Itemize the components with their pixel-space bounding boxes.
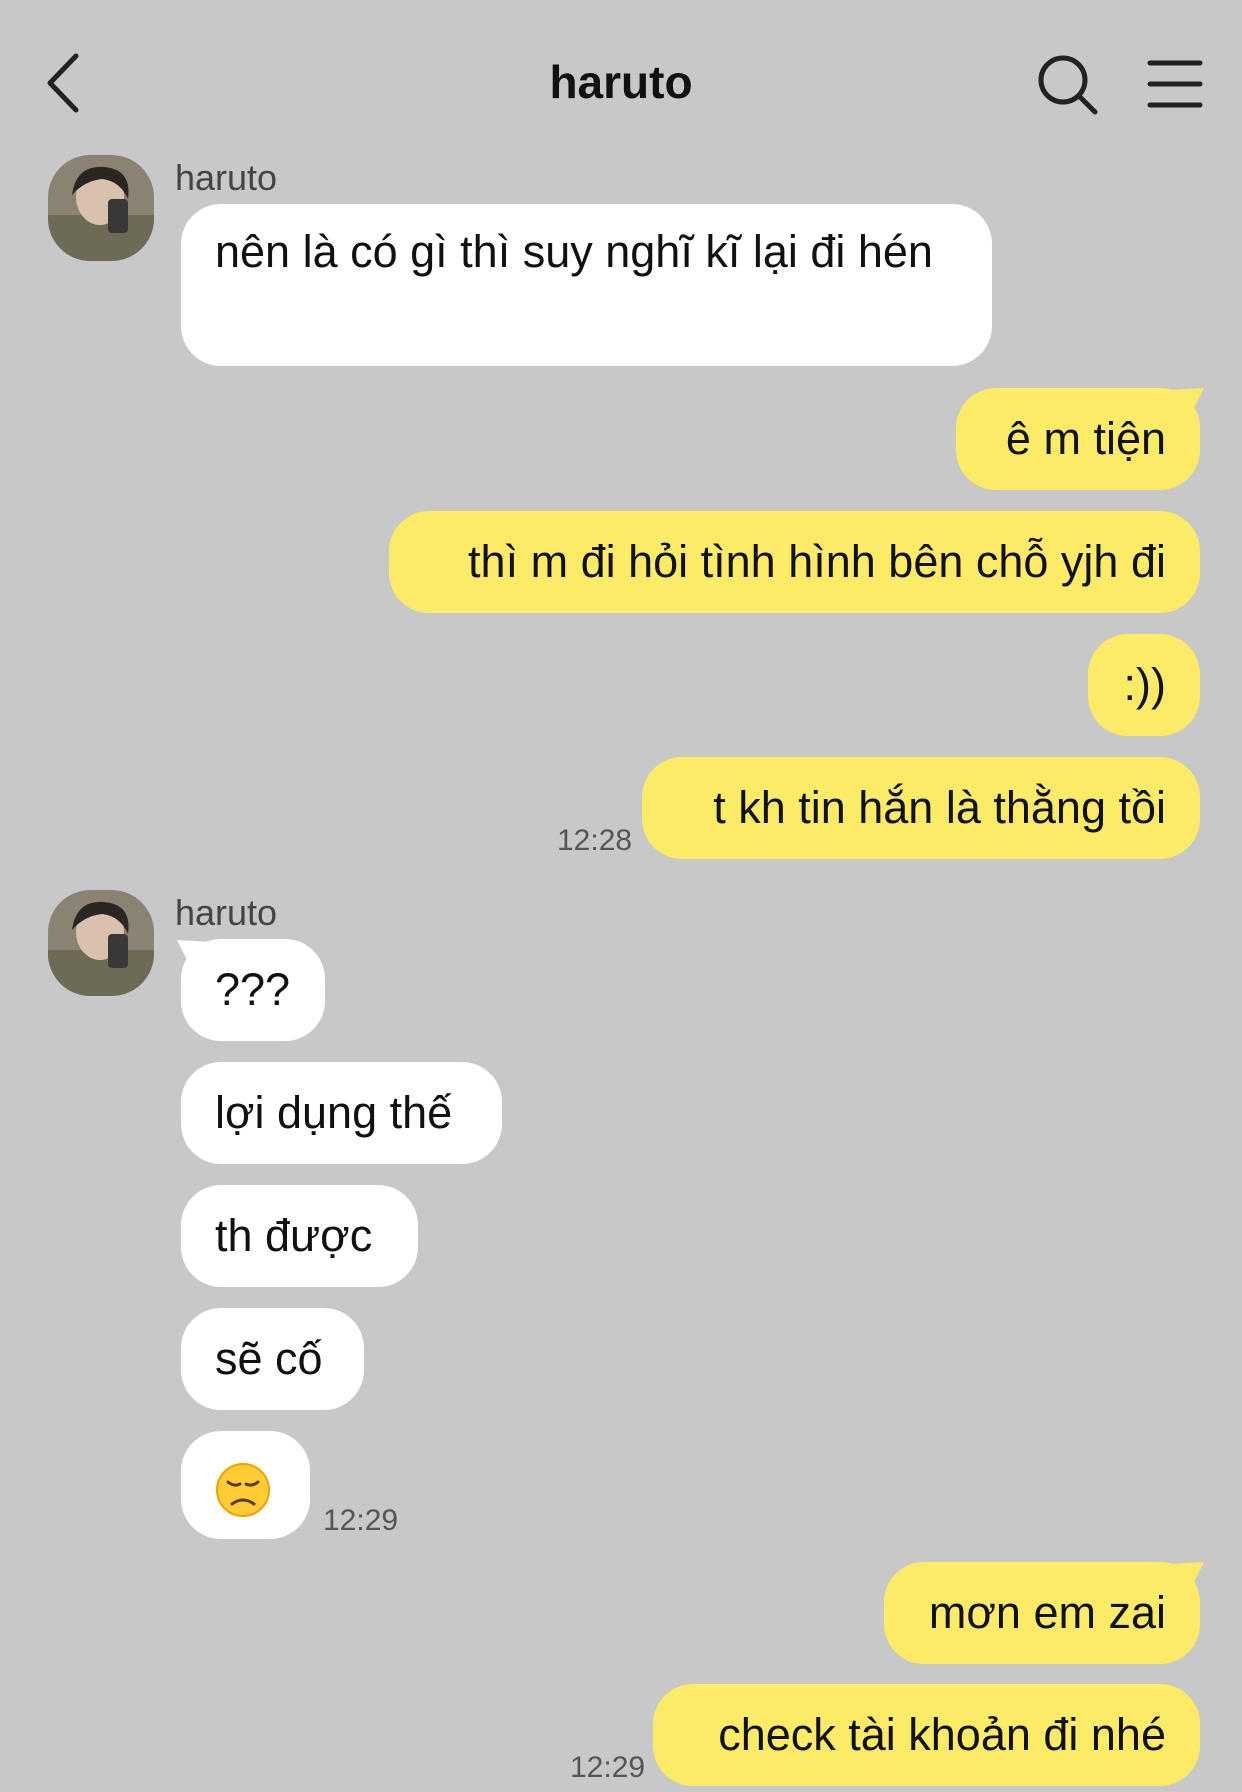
search-icon: [1038, 55, 1098, 115]
message-text: check tài khoản đi nhé: [718, 1709, 1166, 1760]
bubble-tail: [1170, 1562, 1204, 1590]
message-text: t kh tin hắn là thằng tồi: [713, 782, 1166, 833]
message-text: nên là có gì thì suy nghĩ kĩ lại đi hén: [215, 226, 933, 277]
message-bubble[interactable]: [181, 1431, 310, 1539]
bubble-tail: [1170, 388, 1204, 416]
profile-photo-icon: [48, 155, 154, 261]
message-bubble[interactable]: th được: [181, 1185, 418, 1287]
message-time: 12:29: [323, 1504, 399, 1537]
message-bubble[interactable]: lợi dụng thế: [181, 1062, 502, 1164]
message-text: mơn em zai: [928, 1587, 1166, 1638]
message-bubble[interactable]: nên là có gì thì suy nghĩ kĩ lại đi hén: [181, 204, 992, 366]
message-text: th được: [215, 1210, 373, 1261]
menu-button[interactable]: [1146, 57, 1204, 111]
message-bubble[interactable]: check tài khoản đi nhé: [653, 1684, 1200, 1786]
message-time: 12:29: [570, 1751, 646, 1784]
message-bubble[interactable]: t kh tin hắn là thằng tồi: [642, 757, 1200, 859]
sender-name: haruto: [175, 892, 278, 933]
disappointed-face-icon: [216, 1463, 270, 1517]
message-bubble[interactable]: mơn em zai: [884, 1562, 1200, 1664]
chat-header: haruto: [0, 0, 1242, 160]
sender-name: haruto: [175, 157, 278, 198]
message-text: sẽ cố: [215, 1333, 323, 1384]
profile-photo-icon: [48, 890, 154, 996]
search-button[interactable]: [1035, 52, 1101, 118]
message-bubble[interactable]: sẽ cố: [181, 1308, 364, 1410]
avatar[interactable]: [48, 155, 154, 261]
message-bubble[interactable]: thì m đi hỏi tình hình bên chỗ yjh đi: [389, 511, 1200, 613]
avatar[interactable]: [48, 890, 154, 996]
message-bubble[interactable]: :)): [1088, 634, 1200, 736]
message-bubble[interactable]: ???: [181, 939, 325, 1041]
menu-icon: [1147, 60, 1203, 108]
message-bubble[interactable]: ê m tiện: [956, 388, 1200, 490]
message-text: thì m đi hỏi tình hình bên chỗ yjh đi: [468, 536, 1166, 587]
message-text: ???: [215, 964, 291, 1015]
message-time: 12:28: [557, 824, 633, 857]
message-text: :)): [1123, 659, 1166, 710]
message-text: ê m tiện: [1005, 413, 1166, 464]
message-text: lợi dụng thế: [215, 1087, 453, 1138]
